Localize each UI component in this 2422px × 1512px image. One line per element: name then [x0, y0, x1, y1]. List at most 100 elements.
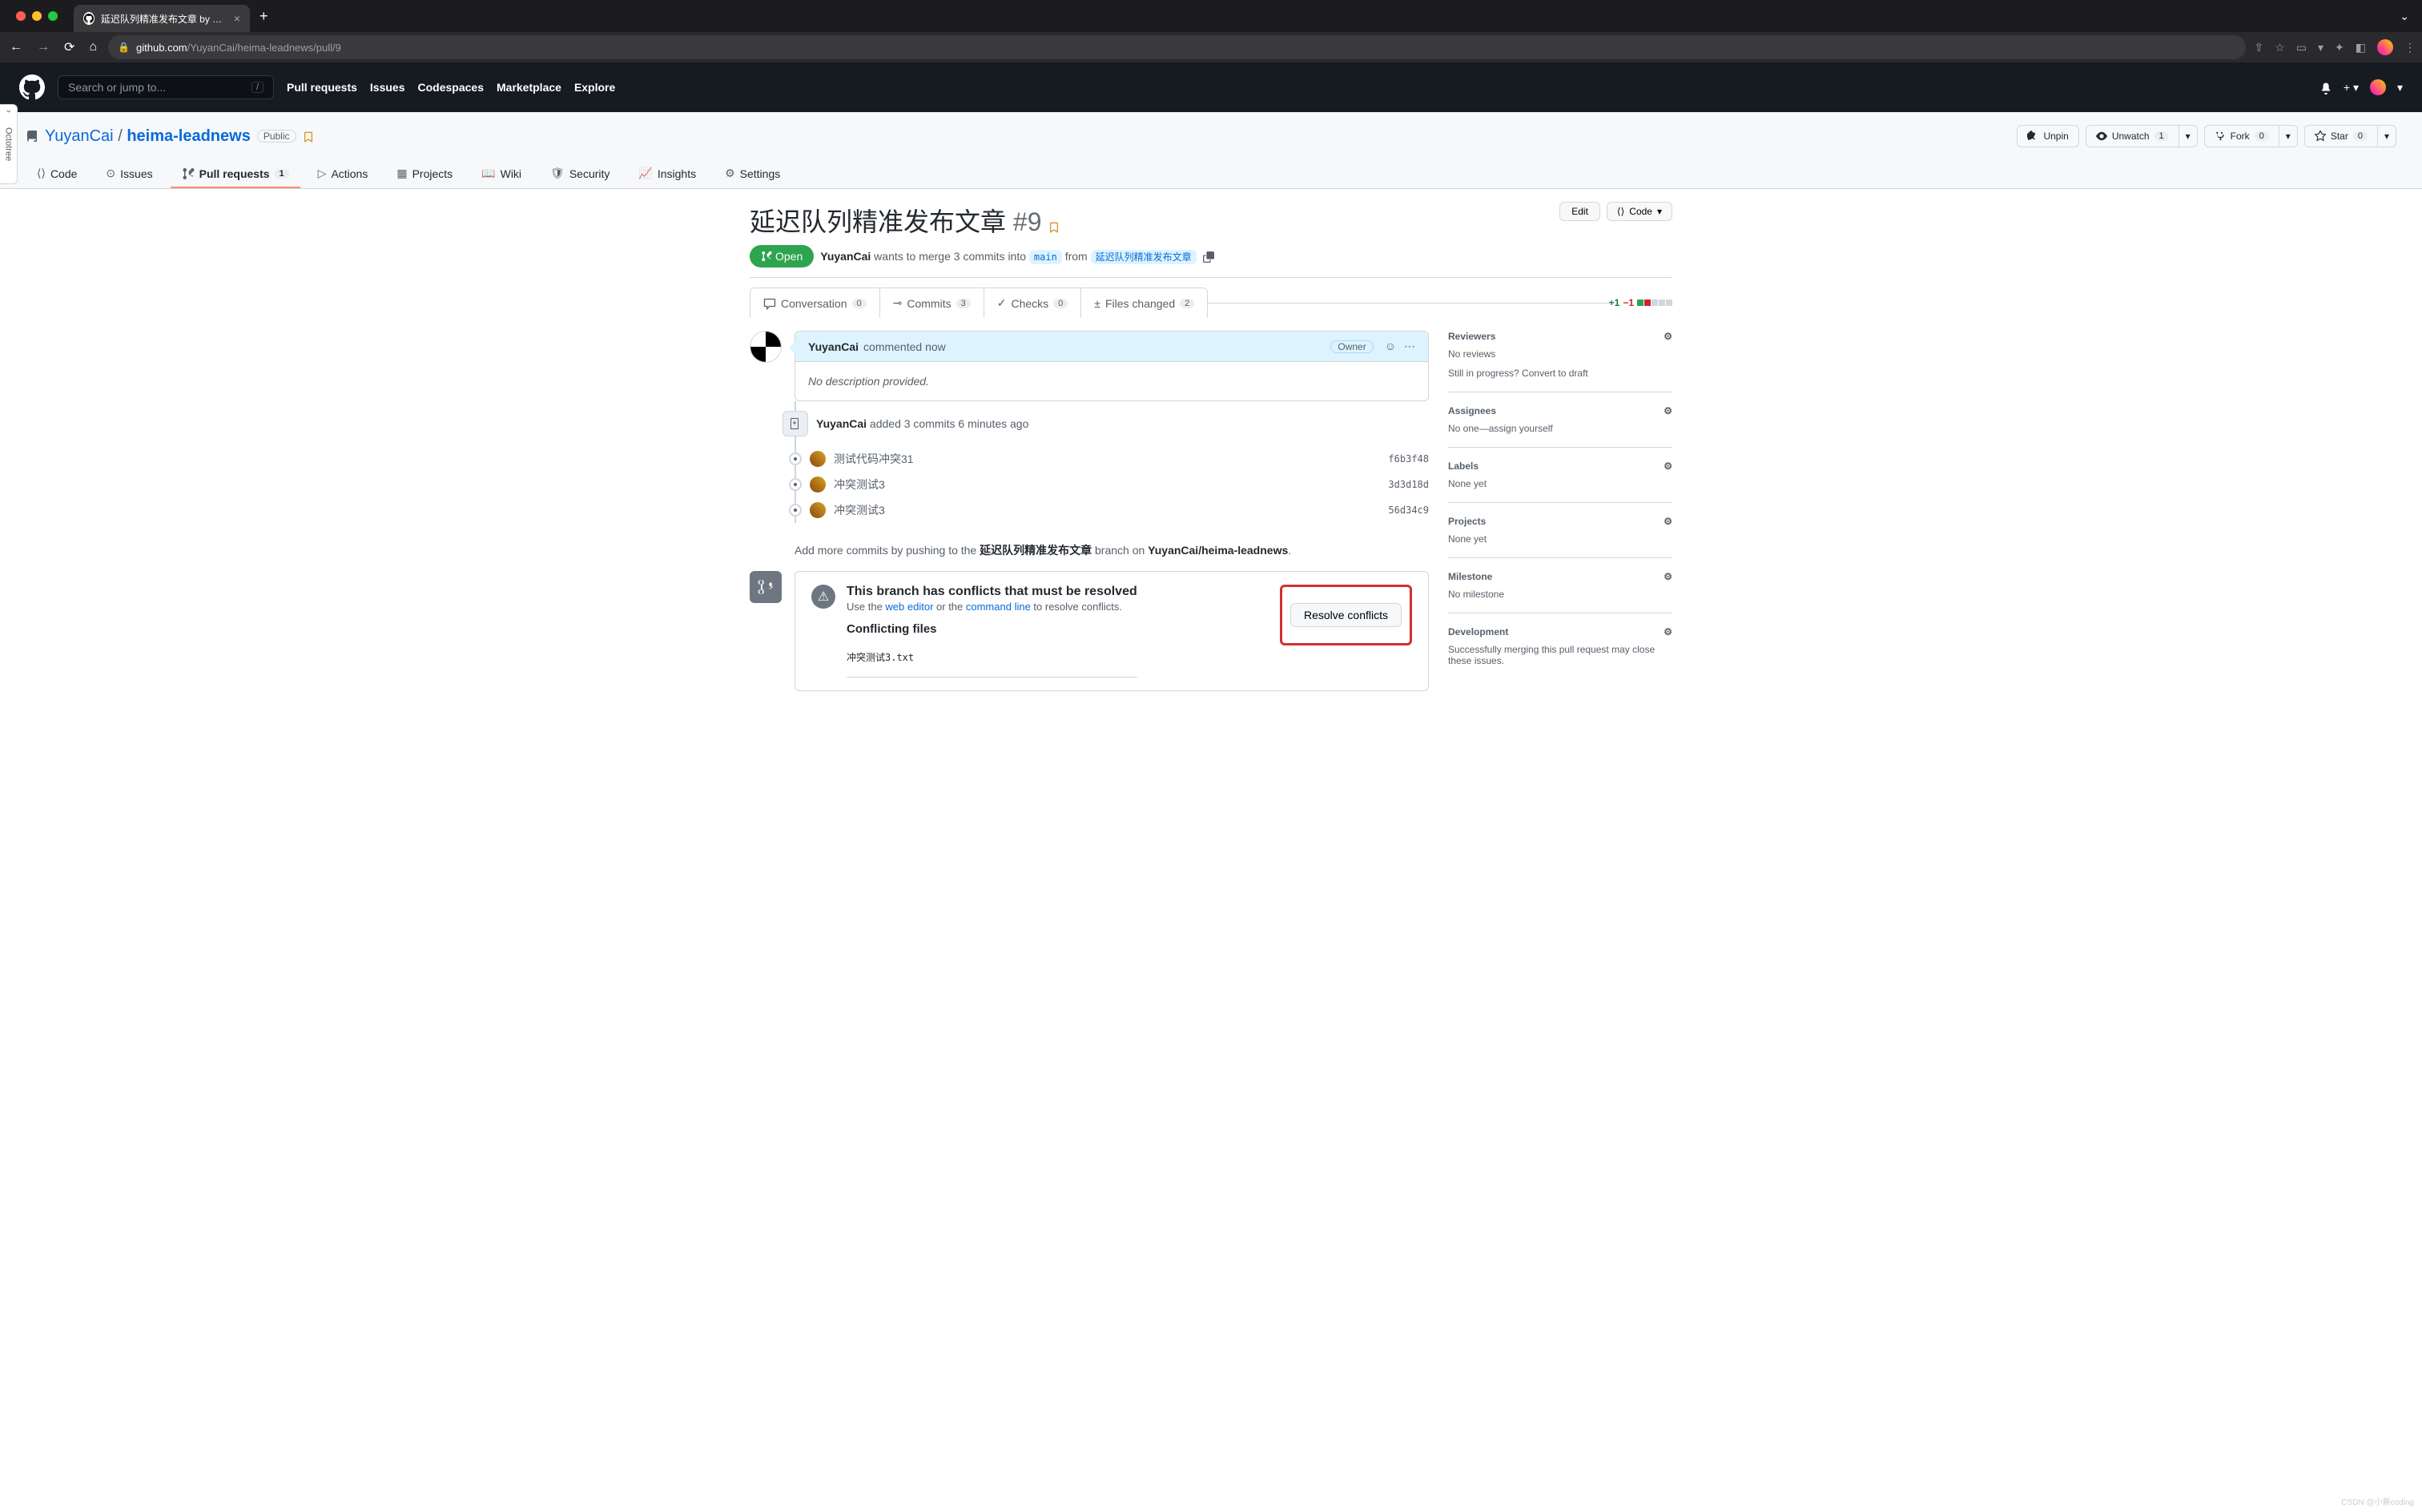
push-event-text: YuyanCai added 3 commits 6 minutes ago [816, 417, 1028, 430]
resolve-conflicts-button[interactable]: Resolve conflicts [1290, 603, 1402, 627]
copy-branch-icon[interactable] [1203, 250, 1214, 263]
extension-icon[interactable]: ▭ [2296, 41, 2307, 54]
tab-projects[interactable]: ▦Projects [385, 160, 464, 188]
kebab-menu-icon[interactable]: ⋮ [2404, 41, 2416, 54]
projects-title: Projects [1448, 516, 1486, 527]
octotree-tab[interactable]: › Octotree [0, 104, 18, 184]
commit-sha[interactable]: f6b3f48 [1388, 453, 1429, 464]
comment-author[interactable]: YuyanCai [808, 340, 859, 353]
repo-owner-link[interactable]: YuyanCai [45, 127, 114, 145]
tab-wiki[interactable]: 📖Wiki [470, 160, 533, 188]
reviewers-gear-icon[interactable]: ⚙ [1664, 331, 1672, 342]
close-window-button[interactable] [16, 11, 26, 21]
tab-checks[interactable]: ✓Checks0 [984, 288, 1081, 318]
profile-avatar-icon[interactable] [2377, 39, 2393, 55]
tab-actions[interactable]: ▷Actions [307, 160, 380, 188]
share-icon[interactable]: ⇧ [2254, 41, 2263, 54]
browser-tab[interactable]: 延迟队列精准发布文章 by Yuyan... × [74, 5, 250, 32]
nav-explore[interactable]: Explore [574, 81, 615, 94]
panel-icon[interactable]: ◧ [2356, 41, 2366, 54]
back-button[interactable]: ← [6, 37, 26, 58]
edit-button[interactable]: Edit [1559, 202, 1600, 221]
fork-dropdown[interactable]: ▾ [2279, 125, 2298, 147]
convert-draft-link[interactable]: Convert to draft [1519, 368, 1588, 379]
base-branch[interactable]: main [1029, 250, 1062, 264]
home-button[interactable]: ⌂ [86, 37, 100, 58]
push-event: YuyanCai added 3 commits 6 minutes ago [795, 401, 1429, 446]
nav-pull-requests[interactable]: Pull requests [287, 81, 357, 94]
puzzle-icon[interactable]: ✦ [2335, 41, 2344, 54]
projects-gear-icon[interactable]: ⚙ [1664, 516, 1672, 527]
commit-dot-icon [789, 478, 802, 491]
milestone-gear-icon[interactable]: ⚙ [1664, 571, 1672, 582]
extension2-icon[interactable]: ▾ [2318, 41, 2323, 54]
unpin-button[interactable]: Unpin [2017, 125, 2078, 147]
url-bar[interactable]: 🔒 github.com/YuyanCai/heima-leadnews/pul… [108, 35, 2246, 59]
comment-menu-icon[interactable]: ⋯ [1404, 340, 1415, 353]
window-controls [6, 11, 67, 21]
commit-author-avatar[interactable] [810, 451, 826, 467]
commit-author-avatar[interactable] [810, 477, 826, 493]
search-slash-icon: / [251, 82, 264, 93]
user-avatar[interactable] [2370, 79, 2386, 95]
tab-commits[interactable]: ⊸Commits3 [879, 288, 984, 318]
tab-conversation[interactable]: Conversation0 [750, 288, 879, 318]
url-text: github.com/YuyanCai/heima-leadnews/pull/… [136, 42, 341, 54]
assignees-text: No one—assign yourself [1448, 423, 1672, 434]
commit-row: 测试代码冲突31 f6b3f48 [795, 446, 1429, 472]
tab-pull-requests[interactable]: Pull requests 1 [171, 160, 300, 188]
emoji-reaction-icon[interactable]: ☺ [1385, 340, 1396, 353]
commit-message[interactable]: 冲突测试3 [834, 477, 1380, 493]
bookmark-icon[interactable] [303, 130, 314, 143]
command-line-link[interactable]: command line [966, 601, 1031, 613]
forward-button[interactable]: → [34, 37, 53, 58]
github-logo-icon[interactable] [19, 74, 45, 100]
create-new-icon[interactable]: + ▾ [2344, 81, 2359, 94]
user-menu-caret-icon[interactable]: ▾ [2397, 81, 2403, 94]
minimize-window-button[interactable] [32, 11, 42, 21]
tab-security[interactable]: 🛡Security [539, 160, 621, 188]
reload-button[interactable]: ⟳ [61, 36, 78, 58]
tab-insights[interactable]: 📈Insights [627, 160, 707, 188]
unwatch-dropdown[interactable]: ▾ [2179, 125, 2198, 147]
repo-name-link[interactable]: heima-leadnews [127, 127, 251, 145]
reviewers-title: Reviewers [1448, 331, 1495, 342]
commit-sha[interactable]: 56d34c9 [1388, 505, 1429, 516]
bookmark-star-icon[interactable]: ☆ [2275, 41, 2285, 54]
tab-menu-icon[interactable]: ⌄ [2400, 10, 2409, 23]
unwatch-button[interactable]: Unwatch 1 [2086, 125, 2179, 147]
search-placeholder: Search or jump to... [68, 81, 166, 94]
author-avatar[interactable] [750, 331, 782, 363]
pr-bookmark-icon[interactable] [1048, 220, 1060, 234]
star-button[interactable]: Star 0 [2304, 125, 2378, 147]
commit-message[interactable]: 测试代码冲突31 [834, 451, 1380, 467]
tab-settings[interactable]: ⚙Settings [714, 160, 791, 188]
commit-sha[interactable]: 3d3d18d [1388, 479, 1429, 490]
commit-author-avatar[interactable] [810, 502, 826, 518]
pr-sidebar: Reviewers⚙ No reviews Still in progress?… [1448, 318, 1672, 691]
star-dropdown[interactable]: ▾ [2378, 125, 2396, 147]
pr-meta: Open YuyanCai wants to merge 3 commits i… [750, 245, 1672, 278]
new-tab-button[interactable]: + [260, 8, 268, 25]
tab-issues[interactable]: ⊙Issues [95, 160, 163, 188]
commit-message[interactable]: 冲突测试3 [834, 502, 1380, 518]
head-branch[interactable]: 延迟队列精准发布文章 [1091, 250, 1197, 264]
web-editor-link[interactable]: web editor [885, 601, 933, 613]
repo-tabs: ⟨⟩Code ⊙Issues Pull requests 1 ▷Actions … [26, 160, 2396, 188]
code-dropdown-button[interactable]: ⟨⟩ Code ▾ [1607, 202, 1672, 221]
nav-marketplace[interactable]: Marketplace [497, 81, 561, 94]
search-input[interactable]: Search or jump to... / [58, 75, 274, 99]
development-gear-icon[interactable]: ⚙ [1664, 626, 1672, 637]
tab-files-changed[interactable]: ±Files changed2 [1080, 288, 1207, 318]
notifications-icon[interactable] [2319, 80, 2332, 94]
nav-issues[interactable]: Issues [370, 81, 405, 94]
assignees-gear-icon[interactable]: ⚙ [1664, 405, 1672, 416]
tab-code[interactable]: ⟨⟩Code [26, 160, 88, 188]
maximize-window-button[interactable] [48, 11, 58, 21]
fork-button[interactable]: Fork 0 [2204, 125, 2279, 147]
comment-action: commented now [863, 340, 946, 353]
nav-codespaces[interactable]: Codespaces [418, 81, 484, 94]
labels-gear-icon[interactable]: ⚙ [1664, 460, 1672, 472]
close-tab-icon[interactable]: × [234, 12, 240, 25]
assign-yourself-link[interactable]: assign yourself [1489, 423, 1553, 434]
